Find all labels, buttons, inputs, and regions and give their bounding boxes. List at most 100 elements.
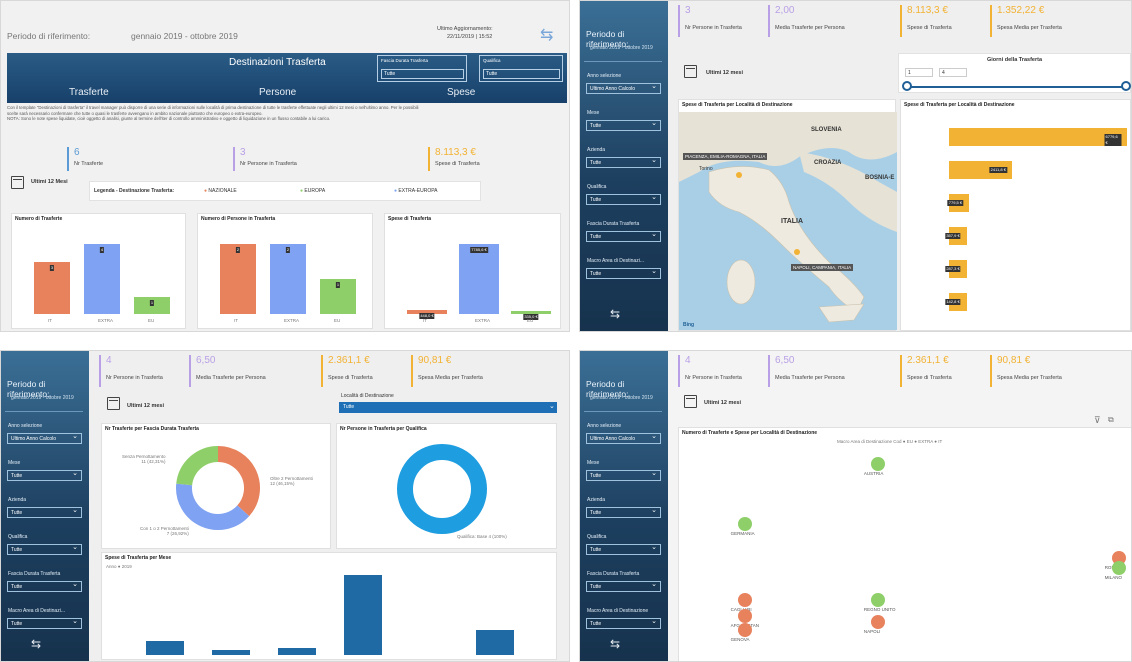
filter-dropdown[interactable]: Tutte xyxy=(586,156,661,168)
scatter-chart[interactable]: Numero di Trasferte e Spese per Località… xyxy=(678,427,1131,661)
bar[interactable] xyxy=(146,641,184,655)
bar[interactable] xyxy=(949,128,1127,146)
bar[interactable] xyxy=(344,575,382,655)
donut-label-oltre: Oltre 2 Pernottamenti 12 (46,15%) xyxy=(270,476,313,486)
filter-qualifica-dropdown[interactable]: Tutte xyxy=(483,69,560,79)
bar[interactable] xyxy=(476,630,514,655)
scatter-point[interactable] xyxy=(1111,561,1126,575)
kpi-value: 6,50 xyxy=(196,355,216,366)
data-label: 2 xyxy=(285,247,291,253)
point-label: MILANO xyxy=(1104,575,1122,580)
point-label: NAPOLI xyxy=(863,629,881,634)
divider xyxy=(5,411,83,412)
donut-label-senza: Senza Pernottamento 11 (42,31%) xyxy=(122,454,166,464)
bar[interactable] xyxy=(212,650,250,655)
calendar-icon xyxy=(684,395,697,408)
tick-label: EXTRA xyxy=(475,318,491,323)
legend-item-extra-europa: ● EXTRA-EUROPA xyxy=(394,188,438,194)
bar[interactable] xyxy=(278,647,316,655)
slider-handle-min[interactable] xyxy=(902,81,912,91)
app-logo-icon: ⇆ xyxy=(610,307,621,321)
scatter-point[interactable] xyxy=(870,593,885,607)
filter-dropdown[interactable]: Ultimo Anno Calcolo xyxy=(7,432,82,444)
filter-dropdown[interactable]: Tutte xyxy=(7,580,82,592)
map-tooltip-napoli: NAPOLI, CAMPANIA, ITALIA xyxy=(791,264,854,271)
kpi-spese: 8.113,3 € Spese di Trasferta xyxy=(428,147,558,171)
slider-giorni: Giorni della Trasferta 1 4 xyxy=(898,53,1131,93)
calendar-icon xyxy=(11,176,24,189)
kpi-card: 2.361,1 € Spese di Trasferta xyxy=(321,355,409,387)
scatter-point[interactable] xyxy=(737,517,752,531)
filter-label: Anno selezione xyxy=(587,73,622,79)
tab-persone[interactable]: Persone xyxy=(259,87,296,98)
localita-dropdown[interactable]: Tutte xyxy=(339,402,557,413)
kpi-value: 90,81 € xyxy=(997,355,1031,366)
kpi-card: 90,81 € Spesa Media per Trasferta xyxy=(990,355,1078,387)
filter-dropdown[interactable]: Tutte xyxy=(7,543,82,555)
bar[interactable] xyxy=(84,244,120,314)
filter-dropdown[interactable]: Tutte xyxy=(586,543,661,555)
app-logo-icon: ⇆ xyxy=(610,637,621,651)
point-label: GENOVA xyxy=(730,637,750,642)
filter-fascia-dropdown[interactable]: Tutte xyxy=(381,69,464,79)
slider-handle-max[interactable] xyxy=(1121,81,1131,91)
filter-dropdown[interactable]: Tutte xyxy=(586,506,661,518)
chevron-down-icon[interactable]: ⌄ xyxy=(549,402,555,410)
bar[interactable] xyxy=(270,244,306,314)
map-bubble-piacenza[interactable] xyxy=(736,172,742,178)
banner: Destinazioni Trasferta Fascia Durata Tra… xyxy=(7,53,567,103)
donut-slice[interactable] xyxy=(176,446,219,486)
kpi-value: 3 xyxy=(685,5,691,16)
slider-max-input[interactable]: 4 xyxy=(939,68,967,77)
data-label: 6779,6 € xyxy=(1104,134,1122,146)
bar[interactable] xyxy=(220,244,256,314)
calendar-icon xyxy=(684,65,697,78)
data-label: 7785,6 € xyxy=(470,247,488,253)
kpi-value: 8.113,3 € xyxy=(907,5,948,16)
filter-dropdown[interactable]: Tutte xyxy=(586,469,661,481)
tab-spese[interactable]: Spese xyxy=(447,87,475,98)
filter-label: Azienda xyxy=(587,497,606,503)
kpi-label: Nr Persone in Trasferta xyxy=(106,375,163,381)
filter-dropdown[interactable]: Tutte xyxy=(586,230,661,242)
tick-label: EU xyxy=(148,318,155,323)
filter-dropdown[interactable]: Tutte xyxy=(7,506,82,518)
filter-dropdown[interactable]: Tutte xyxy=(586,119,661,131)
filter-dropdown[interactable]: Tutte xyxy=(7,617,82,629)
donut-label-con: Con 1 o 2 Pernottamenti 7 (26,92%) xyxy=(140,526,189,536)
kpi-card: 2,00 Media Trasferte per Persona xyxy=(768,5,856,37)
data-label: 2 xyxy=(235,247,241,253)
filter-dropdown[interactable]: Ultimo Anno Calcolo xyxy=(586,82,661,94)
filter-dropdown[interactable]: Tutte xyxy=(586,193,661,205)
filter-dropdown[interactable]: Tutte xyxy=(586,617,661,629)
kpi-value: 4 xyxy=(106,355,112,366)
filter-dropdown[interactable]: Ultimo Anno Calcolo xyxy=(586,432,661,444)
tick-label: IT xyxy=(423,318,427,323)
donut-chart[interactable] xyxy=(395,442,489,536)
filter-label: Fascia Durata Trasferta xyxy=(587,221,640,227)
donut-slice[interactable] xyxy=(176,483,250,530)
bar[interactable] xyxy=(459,244,499,314)
tick-label: IT xyxy=(48,318,52,323)
tab-trasferte[interactable]: Trasferte xyxy=(69,87,109,98)
scatter-point[interactable] xyxy=(737,593,752,607)
donut-chart[interactable] xyxy=(172,442,264,534)
map-bubble-napoli[interactable] xyxy=(794,249,800,255)
focus-mode-icon[interactable]: ⧉ xyxy=(1108,415,1114,425)
last12-label: Ultimi 12 mesi xyxy=(704,400,741,406)
divider xyxy=(584,61,662,62)
chart-spese-trasferta: Spese di Trasferta 448,0 € IT 7785,6 € EXTRA… xyxy=(384,213,561,329)
kpi-label: Media Trasferte per Persona xyxy=(775,25,845,31)
donut-slice[interactable] xyxy=(217,446,260,517)
scatter-point[interactable] xyxy=(870,615,885,629)
filter-dropdown[interactable]: Tutte xyxy=(7,469,82,481)
filter-dropdown[interactable]: Tutte xyxy=(586,267,661,279)
scatter-point[interactable] xyxy=(737,609,752,623)
tick-label: EXTRA xyxy=(284,318,300,323)
period-value: gennaio 2019 - ottobre 2019 xyxy=(590,395,653,401)
scatter-point[interactable] xyxy=(870,457,885,471)
filter-icon[interactable]: ⊽ xyxy=(1094,415,1101,426)
filter-dropdown[interactable]: Tutte xyxy=(586,580,661,592)
scatter-point[interactable] xyxy=(737,623,752,637)
slider-min-input[interactable]: 1 xyxy=(905,68,933,77)
